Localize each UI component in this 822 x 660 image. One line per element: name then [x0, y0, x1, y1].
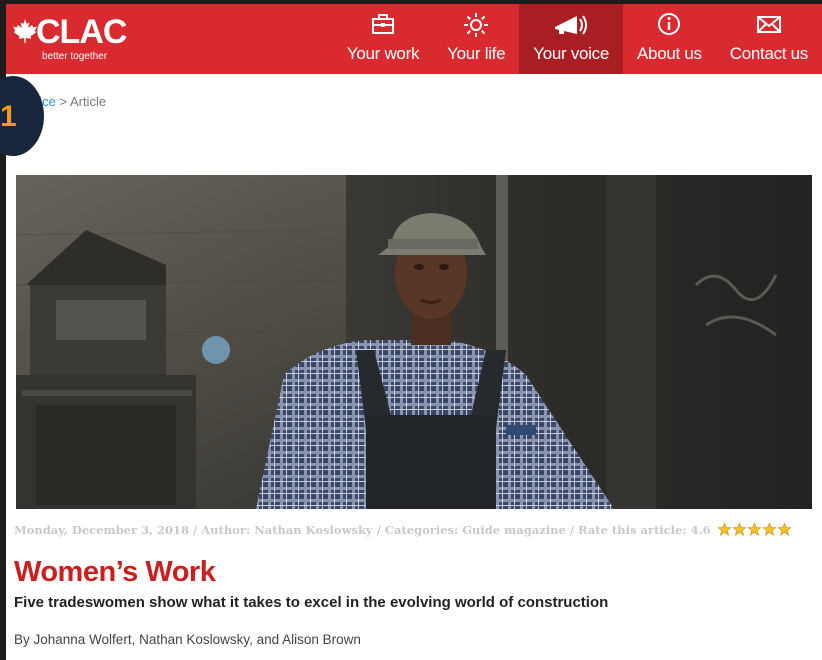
- article-meta: Monday, December 3, 2018 / Author: Natha…: [14, 522, 792, 537]
- breadcrumb-current: Article: [69, 94, 107, 109]
- badge-number: 1: [0, 100, 17, 133]
- star-icon: [746, 522, 762, 536]
- star-icon: [761, 522, 777, 536]
- nav-your-voice[interactable]: Your voice: [519, 4, 624, 74]
- info-icon: [658, 13, 681, 35]
- article-title: Women’s Work: [14, 556, 216, 588]
- article-subtitle: Five tradeswomen show what it takes to e…: [14, 594, 609, 611]
- nav-your-life[interactable]: Your life: [433, 4, 519, 74]
- article-meta-text: Monday, December 3, 2018 / Author: Natha…: [14, 522, 711, 537]
- main-nav: Your work Your life Your voice About us …: [333, 4, 822, 74]
- nav-your-work[interactable]: Your work: [333, 4, 433, 74]
- logo-tagline: better together: [42, 51, 108, 62]
- nav-about-us[interactable]: About us: [623, 4, 716, 74]
- article-byline: By Johanna Wolfert, Nathan Koslowsky, an…: [14, 632, 361, 647]
- star-icon: [731, 522, 747, 536]
- megaphone-icon: [555, 15, 588, 35]
- nav-label: Your work: [346, 44, 420, 63]
- breadcrumb-separator: >: [59, 94, 68, 109]
- clac-logo[interactable]: CLAC better together: [10, 12, 140, 68]
- star-icon: [776, 522, 792, 536]
- sun-icon: [464, 13, 489, 37]
- rating-stars[interactable]: [716, 522, 792, 537]
- step-number-badge: 1: [0, 76, 44, 156]
- maple-leaf-icon: [13, 19, 37, 43]
- nav-contact-us[interactable]: Contact us: [716, 4, 822, 74]
- nav-label: About us: [637, 44, 702, 63]
- hero-image: [16, 175, 812, 509]
- star-icon: [716, 522, 732, 536]
- nav-label: Your life: [447, 44, 506, 63]
- briefcase-icon: [372, 14, 394, 34]
- envelope-icon: [756, 16, 781, 33]
- site-header: CLAC better together Your work Your life…: [6, 4, 822, 74]
- hero-photo-illustration: [16, 175, 812, 509]
- logo-wordmark: CLAC: [36, 13, 127, 51]
- nav-label: Your voice: [533, 44, 610, 63]
- nav-label: Contact us: [729, 44, 809, 63]
